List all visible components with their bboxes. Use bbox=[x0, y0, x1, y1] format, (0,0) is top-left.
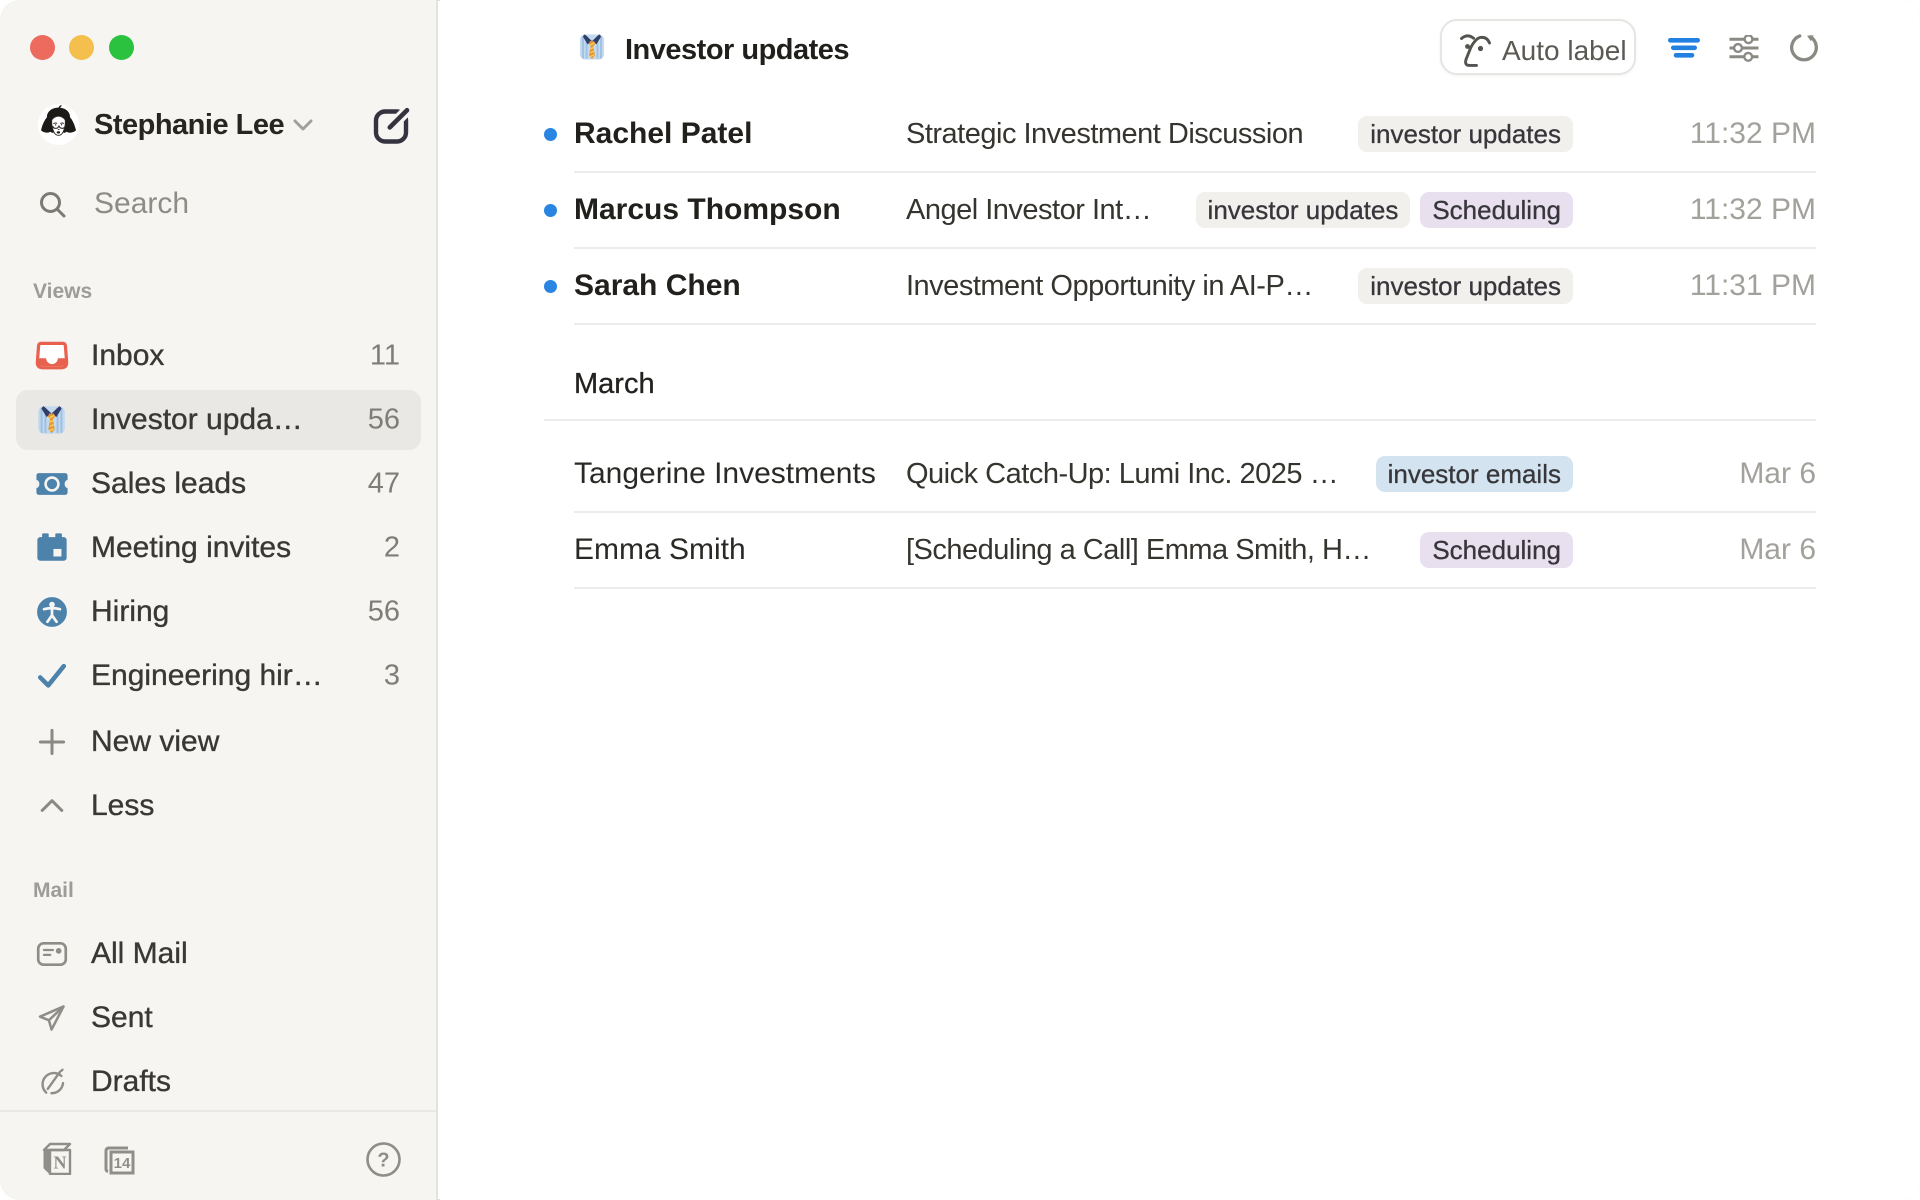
svg-text:?: ? bbox=[377, 1150, 389, 1172]
svg-text:N: N bbox=[54, 1153, 67, 1173]
svg-text:14: 14 bbox=[114, 1155, 131, 1172]
